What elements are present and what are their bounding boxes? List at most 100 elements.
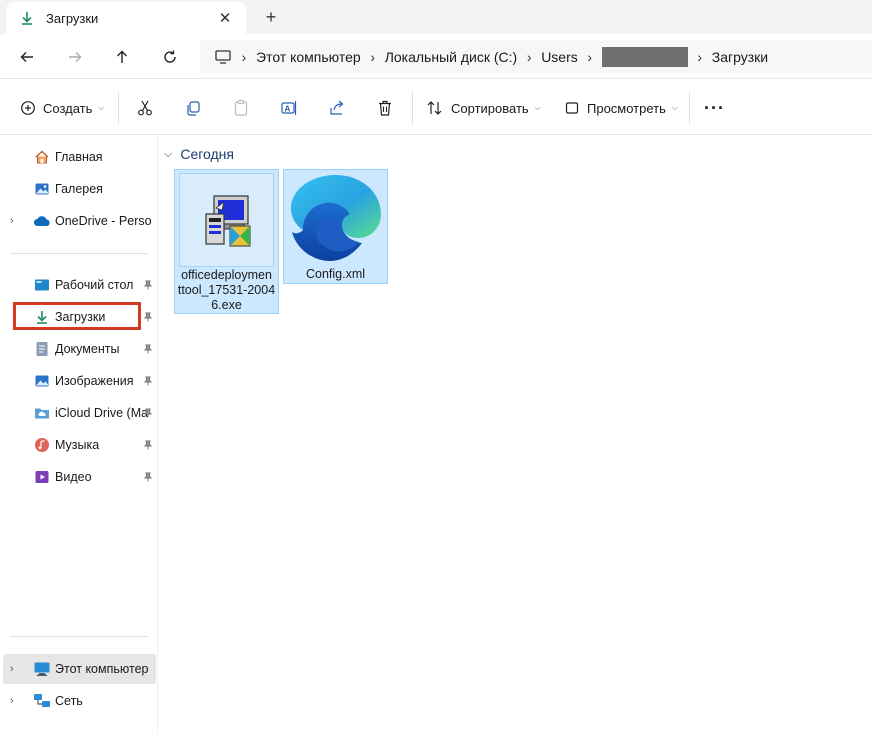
cloud-icon bbox=[33, 212, 51, 230]
more-options-button[interactable]: ··· bbox=[704, 94, 725, 122]
breadcrumb[interactable]: › Этот компьютер › Локальный диск (C:) ›… bbox=[200, 40, 872, 73]
chevron-down-icon: ⌵ bbox=[671, 103, 678, 112]
tab-downloads[interactable]: Загрузки ✕ bbox=[6, 2, 246, 34]
network-icon bbox=[33, 692, 51, 710]
music-icon bbox=[33, 436, 51, 454]
edge-icon bbox=[290, 175, 381, 261]
chevron-right-icon[interactable]: › bbox=[10, 215, 22, 227]
sidebar-item-label: OneDrive - Persona bbox=[55, 214, 151, 228]
up-button[interactable] bbox=[108, 43, 136, 71]
divider bbox=[10, 253, 148, 254]
sidebar-item-label: Главная bbox=[55, 150, 103, 164]
file-name: Config.xml bbox=[305, 267, 366, 281]
divider bbox=[412, 92, 413, 124]
cut-button[interactable] bbox=[131, 94, 159, 122]
copy-button[interactable] bbox=[179, 94, 207, 122]
view-icon bbox=[565, 102, 579, 114]
new-tab-button[interactable]: + bbox=[260, 6, 282, 28]
clipboard-icon bbox=[234, 99, 248, 116]
create-button[interactable]: Создать ⌵ bbox=[20, 94, 104, 122]
chevron-right-icon: › bbox=[587, 48, 593, 65]
view-label: Просмотреть bbox=[587, 100, 666, 116]
pin-icon[interactable] bbox=[142, 311, 154, 323]
computer-icon bbox=[214, 49, 232, 65]
share-icon bbox=[330, 100, 344, 115]
pin-icon[interactable] bbox=[142, 279, 154, 291]
rename-icon: A bbox=[281, 101, 297, 115]
chevron-right-icon: › bbox=[370, 48, 376, 65]
highlight-box bbox=[13, 302, 141, 330]
chevron-right-icon: › bbox=[697, 48, 703, 65]
sidebar-item-home[interactable]: Главная bbox=[8, 142, 156, 172]
sidebar-item-music[interactable]: Музыка bbox=[8, 430, 156, 460]
document-icon bbox=[33, 340, 51, 358]
delete-button[interactable] bbox=[371, 94, 399, 122]
chevron-right-icon: › bbox=[241, 48, 247, 65]
chevron-right-icon[interactable]: › bbox=[10, 695, 22, 707]
share-button[interactable] bbox=[323, 94, 351, 122]
group-label: Сегодня bbox=[180, 146, 234, 162]
desktop-icon bbox=[33, 276, 51, 294]
sidebar-item-onedrive[interactable]: › OneDrive - Persona bbox=[8, 206, 156, 236]
copy-icon bbox=[187, 101, 200, 116]
file-name-line: officedeploymen bbox=[181, 268, 272, 282]
tab-title: Загрузки bbox=[46, 10, 99, 26]
paste-button[interactable] bbox=[227, 94, 255, 122]
pin-icon[interactable] bbox=[142, 407, 154, 419]
file-thumbnail bbox=[179, 173, 274, 267]
sidebar-item-documents[interactable]: Документы bbox=[8, 334, 156, 364]
file-name-line: 6.exe bbox=[211, 298, 242, 312]
pin-icon[interactable] bbox=[142, 439, 154, 451]
crumb-downloads[interactable]: Загрузки bbox=[712, 49, 768, 65]
video-icon bbox=[33, 468, 51, 486]
sidebar-item-icloud-drive[interactable]: iCloud Drive (Ma bbox=[8, 398, 156, 428]
sidebar-item-videos[interactable]: Видео bbox=[8, 462, 156, 492]
rename-button[interactable]: A bbox=[275, 94, 303, 122]
refresh-button[interactable] bbox=[156, 43, 184, 71]
file-item-officedeploymenttool[interactable]: officedeploymen ttool_17531-2004 6.exe bbox=[174, 169, 279, 314]
crumb-redacted-user[interactable] bbox=[601, 46, 688, 67]
chevron-right-icon[interactable]: › bbox=[10, 663, 22, 675]
gallery-icon bbox=[33, 180, 51, 198]
sidebar-item-label: Изображения bbox=[55, 374, 134, 388]
sidebar-item-label: Рабочий стол bbox=[55, 278, 134, 292]
pin-icon[interactable] bbox=[142, 471, 154, 483]
divider bbox=[118, 92, 119, 124]
sidebar-item-label: Этот компьютер bbox=[55, 662, 149, 676]
pin-icon[interactable] bbox=[142, 375, 154, 387]
sidebar-item-pictures[interactable]: Изображения bbox=[8, 366, 156, 396]
sort-label: Сортировать bbox=[451, 100, 529, 116]
navigation-bar: › Этот компьютер › Локальный диск (C:) ›… bbox=[0, 34, 872, 79]
sidebar-item-label: Музыка bbox=[55, 438, 100, 452]
close-tab-icon[interactable]: ✕ bbox=[216, 9, 234, 27]
file-name: officedeploymen ttool_17531-2004 6.exe bbox=[175, 268, 278, 313]
icloud-folder-icon bbox=[33, 404, 51, 422]
divider bbox=[10, 636, 148, 637]
sort-icon bbox=[427, 101, 442, 115]
file-item-config-xml[interactable]: Config.xml bbox=[283, 169, 388, 284]
sort-button[interactable]: Сортировать ⌵ bbox=[426, 94, 541, 122]
sidebar-item-gallery[interactable]: Галерея bbox=[8, 174, 156, 204]
file-name-line: ttool_17531-2004 bbox=[177, 283, 276, 297]
sidebar-item-label: Документы bbox=[55, 342, 120, 356]
sidebar-item-label: Видео bbox=[55, 470, 92, 484]
forward-button[interactable] bbox=[61, 43, 89, 71]
sidebar-item-network[interactable]: › Сеть bbox=[8, 686, 156, 716]
pin-icon[interactable] bbox=[142, 343, 154, 355]
sidebar-item-desktop[interactable]: Рабочий стол bbox=[8, 270, 156, 300]
crumb-this-pc[interactable]: Этот компьютер bbox=[256, 49, 361, 65]
crumb-local-disk[interactable]: Локальный диск (C:) bbox=[385, 49, 518, 65]
scissors-icon bbox=[138, 100, 152, 116]
svg-text:A: A bbox=[285, 105, 291, 114]
computer-icon bbox=[33, 660, 51, 678]
back-button[interactable] bbox=[13, 43, 41, 71]
view-button[interactable]: Просмотреть ⌵ bbox=[564, 94, 678, 122]
chevron-down-icon: ⌵ bbox=[164, 147, 173, 160]
sidebar-item-this-pc[interactable]: › Этот компьютер bbox=[3, 654, 156, 684]
sidebar-item-label: Сеть bbox=[55, 694, 83, 708]
image-icon bbox=[33, 372, 51, 390]
crumb-users[interactable]: Users bbox=[541, 49, 578, 65]
group-header-today[interactable]: ⌵ Сегодня bbox=[164, 146, 234, 162]
arrow-up-icon bbox=[117, 50, 127, 63]
navigation-pane: Главная Галерея › OneDrive - Persona Раб… bbox=[0, 136, 158, 732]
